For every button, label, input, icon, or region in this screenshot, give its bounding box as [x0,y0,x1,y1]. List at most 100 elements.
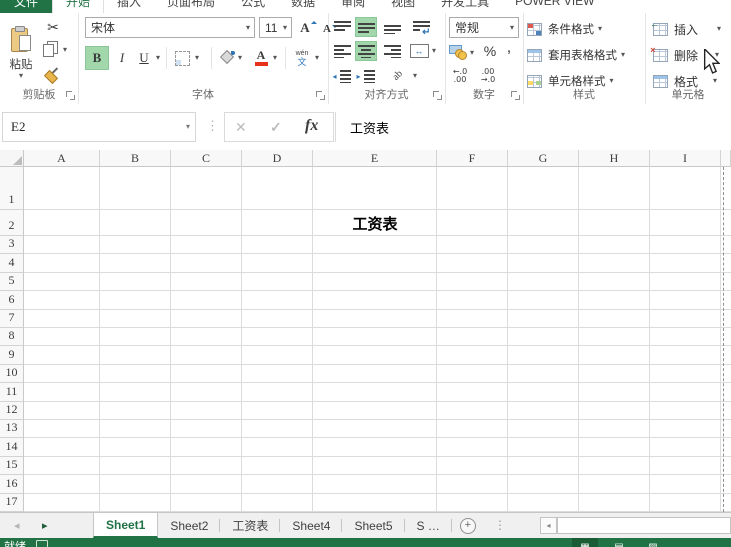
dropdown-icon[interactable]: ▾ [195,54,199,62]
underline-button[interactable]: U [134,46,154,70]
column-header-D[interactable]: D [242,150,313,167]
ribbon-tab-3[interactable]: 页面布局 [154,0,228,13]
worksheet-grid[interactable]: ABCDEFGHI1234567891011121314151617 工资表 [0,150,731,512]
row-header-5[interactable]: 5 [0,273,24,291]
increase-decimal-button[interactable]: ←.0.00 [448,66,472,86]
macro-record-icon[interactable] [36,540,48,547]
row-header-16[interactable]: 16 [0,475,24,493]
column-header-H[interactable]: H [579,150,650,167]
comma-style-button[interactable]: , [502,39,516,57]
paste-button[interactable]: 粘贴 ▾ [3,16,39,90]
row-header-11[interactable]: 11 [0,383,24,401]
row-header-13[interactable]: 13 [0,420,24,438]
row-header-7[interactable]: 7 [0,310,24,328]
ribbon-tab-4[interactable]: 公式 [228,0,278,13]
accounting-format-button[interactable] [448,43,468,61]
row-header-15[interactable]: 15 [0,457,24,475]
sheet-nav-right-icon[interactable]: ▸ [42,519,48,532]
percent-style-button[interactable]: % [481,42,499,60]
phonetic-guide-button[interactable]: wén 文 [291,46,313,70]
dropdown-icon[interactable]: ▾ [238,54,242,62]
font-color-button[interactable]: A [251,46,271,70]
merge-center-button[interactable]: ↔ [408,41,430,61]
row-header-4[interactable]: 4 [0,254,24,272]
orientation-button[interactable]: ab [386,65,410,85]
row-header-9[interactable]: 9 [0,346,24,364]
ribbon-tab-6[interactable]: 审阅 [328,0,378,13]
ribbon-tab-1[interactable]: 开始 [52,0,104,14]
grow-font-button[interactable]: A [296,19,314,37]
sheet-tab-6[interactable]: S … [405,513,452,538]
ribbon-tab-9[interactable]: POWER VIEW [502,0,607,13]
sheet-tab-5[interactable]: Sheet5 [342,513,404,538]
increase-indent-button[interactable]: ▸ [355,67,377,85]
dropdown-icon[interactable]: ▾ [713,77,717,85]
select-all-corner[interactable] [0,150,24,167]
column-header-A[interactable]: A [24,150,100,167]
dropdown-icon[interactable]: ▾ [315,54,319,62]
bold-button[interactable]: B [85,46,109,70]
cut-button[interactable]: ✂ [42,18,64,36]
align-right-button[interactable] [381,41,403,61]
borders-button[interactable] [172,46,192,70]
dialog-launcher-icon[interactable] [511,91,520,100]
align-bottom-button[interactable] [381,17,403,37]
hscroll-thumb[interactable] [557,517,731,534]
insert-function-icon[interactable]: fx [305,117,318,135]
dropdown-icon[interactable]: ▾ [246,24,250,32]
conditional-formatting-button[interactable]: 条件格式 ▾ [527,18,641,40]
row-header-2[interactable]: 2 [0,210,24,236]
view-normal-button[interactable]: ▦ [572,538,598,547]
dialog-launcher-icon[interactable] [66,91,75,100]
italic-button[interactable]: I [112,46,132,70]
wrap-text-button[interactable]: ↵ [408,17,434,37]
formula-input[interactable]: 工资表 [335,112,731,142]
ribbon-tab-2[interactable]: 插入 [104,0,154,13]
align-top-button[interactable] [331,17,353,37]
sheet-tab-3[interactable]: 工资表 [220,513,280,538]
cancel-icon[interactable]: ✕ [235,119,247,136]
dialog-launcher-icon[interactable] [316,91,325,100]
dropdown-icon[interactable]: ▾ [413,72,417,80]
dropdown-icon[interactable]: ▾ [432,47,436,55]
column-header-G[interactable]: G [508,150,579,167]
dropdown-icon[interactable]: ▾ [510,24,514,32]
column-header-F[interactable]: F [437,150,508,167]
decrease-indent-button[interactable]: ◂ [331,67,353,85]
align-center-button[interactable] [355,41,377,61]
format-painter-button[interactable] [42,65,60,83]
row-header-8[interactable]: 8 [0,328,24,346]
name-box[interactable]: E2 ▾ [2,112,196,142]
font-name-combo[interactable]: 宋体 ▾ [85,17,255,38]
ribbon-tab-file[interactable]: 文件 [0,0,52,13]
column-header-B[interactable]: B [100,150,171,167]
font-size-combo[interactable]: 11 ▾ [259,17,292,38]
sheet-tab-1[interactable]: Sheet1 [93,513,158,538]
row-header-12[interactable]: 12 [0,402,24,420]
enter-icon[interactable]: ✓ [270,119,282,136]
dropdown-icon[interactable]: ▾ [470,49,474,57]
copy-button[interactable] [42,40,60,58]
dropdown-icon[interactable]: ▾ [63,46,67,54]
dropdown-icon[interactable]: ▾ [186,123,190,131]
row-header-17[interactable]: 17 [0,494,24,512]
decrease-decimal-button[interactable]: .00→.0 [476,66,500,86]
sheet-nav-left-icon[interactable]: ◂ [14,519,20,532]
insert-cells-button[interactable]: ← 插入 [653,18,715,40]
row-header-3[interactable]: 3 [0,236,24,254]
dialog-launcher-icon[interactable] [433,91,442,100]
column-header-E[interactable]: E [313,150,437,167]
active-cell-text[interactable]: 工资表 [313,210,437,236]
format-as-table-button[interactable]: 套用表格格式 ▾ [527,44,641,66]
sheetbar-dots-icon[interactable]: ⋮ [494,518,506,532]
drag-handle-dots[interactable]: ⋮ [206,118,219,134]
row-header-6[interactable]: 6 [0,291,24,309]
ribbon-tab-5[interactable]: 数据 [278,0,328,13]
number-format-combo[interactable]: 常规 ▾ [449,17,519,38]
ribbon-tab-7[interactable]: 视图 [378,0,428,13]
column-header-I[interactable]: I [650,150,721,167]
dropdown-icon[interactable]: ▾ [283,24,287,32]
ribbon-tab-8[interactable]: 开发工具 [428,0,502,13]
hscroll-left-button[interactable]: ◂ [540,517,557,534]
column-header-C[interactable]: C [171,150,242,167]
